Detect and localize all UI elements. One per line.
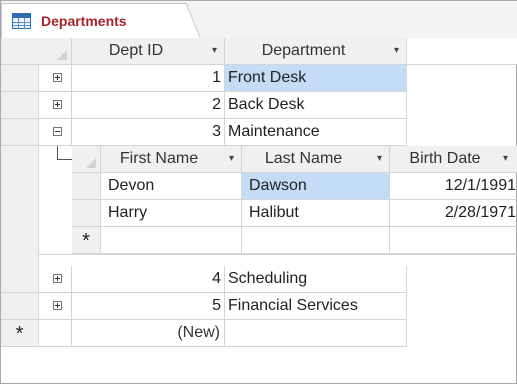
last-name-cell[interactable] bbox=[242, 227, 390, 254]
expander-cell bbox=[39, 266, 72, 293]
dept-id-cell[interactable]: 2 bbox=[72, 92, 225, 119]
chevron-down-icon[interactable]: ▾ bbox=[229, 146, 234, 172]
subdatasheet-indent bbox=[39, 146, 72, 254]
table-row[interactable]: 4 Scheduling bbox=[1, 266, 407, 293]
table-row-expanded[interactable]: 3 Maintenance bbox=[1, 119, 407, 146]
first-name-cell[interactable] bbox=[101, 227, 242, 254]
expander-cell bbox=[39, 65, 72, 92]
record-selector-gutter bbox=[1, 146, 39, 254]
corner-triangle-icon bbox=[86, 158, 96, 168]
department-cell[interactable]: Back Desk bbox=[225, 92, 407, 119]
record-selector[interactable] bbox=[72, 173, 101, 200]
table-row[interactable]: 2 Back Desk bbox=[1, 92, 407, 119]
department-cell[interactable]: Financial Services bbox=[225, 293, 407, 320]
first-name-cell[interactable]: Devon bbox=[101, 173, 242, 200]
record-selector[interactable] bbox=[1, 92, 39, 119]
new-record-department[interactable] bbox=[225, 320, 407, 347]
dept-id-cell[interactable]: 4 bbox=[72, 266, 225, 293]
chevron-down-icon[interactable]: ▾ bbox=[212, 38, 217, 64]
department-cell[interactable]: Front Desk bbox=[225, 65, 407, 92]
column-header-birth-date[interactable]: Birth Date ▾ bbox=[390, 146, 517, 173]
department-cell[interactable]: Maintenance bbox=[225, 119, 407, 146]
tab-label: Departments bbox=[41, 13, 127, 29]
dept-id-cell[interactable]: 5 bbox=[72, 293, 225, 320]
subdatasheet-select-all[interactable] bbox=[72, 146, 101, 173]
collapse-minus-icon[interactable] bbox=[53, 127, 62, 136]
expander-cell bbox=[39, 320, 72, 347]
chevron-down-icon[interactable]: ▾ bbox=[377, 146, 382, 172]
dept-id-cell[interactable]: 3 bbox=[72, 119, 225, 146]
table-icon bbox=[12, 13, 31, 29]
subdatasheet-bottom-gap bbox=[39, 254, 517, 266]
new-record-row[interactable]: * (New) bbox=[1, 320, 407, 347]
birth-date-cell[interactable] bbox=[390, 227, 517, 254]
new-record-asterisk-icon: * bbox=[72, 227, 101, 254]
tree-connector bbox=[57, 146, 58, 160]
last-name-cell[interactable]: Halibut bbox=[242, 200, 390, 227]
expand-plus-icon[interactable] bbox=[53, 73, 62, 82]
record-selector[interactable] bbox=[72, 200, 101, 227]
expander-cell bbox=[39, 293, 72, 320]
expand-plus-icon[interactable] bbox=[53, 274, 62, 283]
new-record-dept-id[interactable]: (New) bbox=[72, 320, 225, 347]
column-header-first-name[interactable]: First Name ▾ bbox=[101, 146, 242, 173]
document-tab-strip: Departments bbox=[1, 1, 517, 39]
column-header-last-name[interactable]: Last Name ▾ bbox=[242, 146, 390, 173]
expander-cell bbox=[39, 92, 72, 119]
birth-date-cell[interactable]: 2/28/1971 bbox=[390, 200, 517, 227]
dept-id-cell[interactable]: 1 bbox=[72, 65, 225, 92]
empty-header-area bbox=[407, 38, 517, 65]
chevron-down-icon[interactable]: ▾ bbox=[503, 146, 508, 172]
chevron-down-icon[interactable]: ▾ bbox=[394, 38, 399, 64]
record-selector[interactable] bbox=[1, 266, 39, 293]
datasheet-window: Departments Dept ID ▾ Department ▾ 1 Fro… bbox=[0, 0, 517, 384]
table-row[interactable]: 1 Front Desk bbox=[1, 65, 407, 92]
tree-connector bbox=[57, 159, 72, 160]
record-selector[interactable] bbox=[1, 293, 39, 320]
subdatasheet-row[interactable]: Harry Halibut 2/28/1971 bbox=[72, 200, 517, 227]
record-selector[interactable] bbox=[1, 65, 39, 92]
last-name-cell[interactable]: Dawson bbox=[242, 173, 390, 200]
record-selector-gutter bbox=[1, 254, 39, 266]
subdatasheet-row[interactable]: Devon Dawson 12/1/1991 bbox=[72, 173, 517, 200]
table-row[interactable]: 5 Financial Services bbox=[1, 293, 407, 320]
column-header-department[interactable]: Department ▾ bbox=[225, 38, 407, 65]
expand-plus-icon[interactable] bbox=[53, 301, 62, 310]
birth-date-cell[interactable]: 12/1/1991 bbox=[390, 173, 517, 200]
new-record-asterisk-icon: * bbox=[1, 320, 39, 347]
department-cell[interactable]: Scheduling bbox=[225, 266, 407, 293]
column-header-dept-id[interactable]: Dept ID ▾ bbox=[72, 38, 225, 65]
tab-departments[interactable]: Departments bbox=[1, 3, 185, 38]
main-header-row: Dept ID ▾ Department ▾ bbox=[1, 38, 517, 65]
subdatasheet-new-row[interactable]: * bbox=[72, 227, 517, 254]
corner-triangle-icon bbox=[57, 50, 67, 60]
select-all-corner[interactable] bbox=[1, 38, 72, 65]
expander-cell bbox=[39, 119, 72, 146]
expand-plus-icon[interactable] bbox=[53, 100, 62, 109]
first-name-cell[interactable]: Harry bbox=[101, 200, 242, 227]
subdatasheet-header-row: First Name ▾ Last Name ▾ Birth Date ▾ bbox=[72, 146, 517, 173]
record-selector[interactable] bbox=[1, 119, 39, 146]
